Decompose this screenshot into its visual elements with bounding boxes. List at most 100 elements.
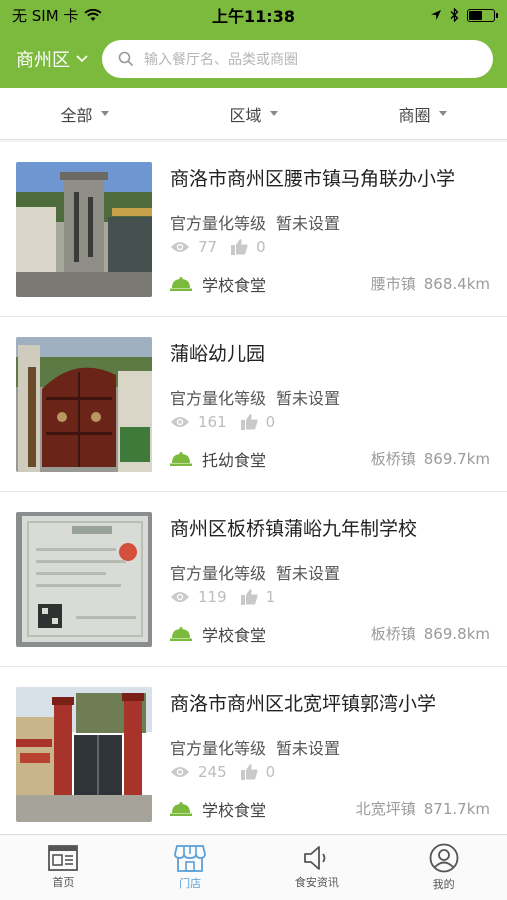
bluetooth-icon — [450, 8, 459, 22]
town-label: 北宽坪镇 — [355, 800, 416, 818]
view-count: 119 — [198, 588, 227, 606]
food-cover-icon — [170, 277, 192, 291]
list-item[interactable]: 商州区板桥镇蒲峪九年制学校 官方量化等级 暂未设置 119 1 学校食堂 板桥镇 8… — [0, 492, 507, 667]
stats-row: 119 1 — [170, 588, 289, 606]
grade-value: 暂未设置 — [276, 214, 341, 233]
search-placeholder: 输入餐厅名、品类或商圈 — [144, 52, 298, 68]
canteen-type: 学校食堂 — [170, 622, 266, 646]
speaker-icon — [303, 846, 326, 870]
location-distance: 板桥镇 869.7km — [371, 448, 490, 469]
user-icon — [429, 843, 459, 873]
thumbs-up-icon — [231, 239, 248, 255]
town-label: 板桥镇 — [370, 450, 416, 468]
list-item[interactable]: 蒲峪幼儿园 官方量化等级 暂未设置 161 0 托幼食堂 板桥镇 869.7km — [0, 317, 507, 492]
filter-region[interactable]: 区域 — [169, 88, 338, 139]
list-item[interactable]: 商洛市商州区北宽坪镇郭湾小学 官方量化等级 暂未设置 245 0 学校食堂 北宽坪… — [0, 667, 507, 842]
store-icon — [174, 845, 207, 872]
filter-business-area[interactable]: 商圈 — [338, 88, 507, 139]
tab-label: 食安资讯 — [294, 876, 339, 889]
grade-row: 官方量化等级 暂未设置 — [170, 560, 340, 584]
stats-row: 77 0 — [170, 238, 280, 256]
tab-label: 门店 — [179, 877, 202, 890]
kindergarten-gate-photo — [16, 337, 152, 472]
thumbs-up-icon — [240, 414, 258, 430]
caret-down-icon — [269, 111, 278, 116]
canteen-label: 学校食堂 — [202, 276, 267, 295]
thumbs-up-icon — [240, 764, 258, 780]
like-count: 1 — [265, 588, 276, 606]
caret-down-icon — [100, 111, 109, 116]
canteen-label: 学校食堂 — [202, 801, 267, 820]
location-distance: 板桥镇 869.8km — [371, 623, 490, 644]
wifi-icon — [84, 8, 102, 21]
distance-label: 869.8km — [423, 625, 490, 643]
filter-all[interactable]: 全部 — [0, 88, 169, 139]
list-item[interactable]: 商洛市商州区腰市镇马角联办小学 官方量化等级 暂未设置 77 0 学校食堂 腰市镇… — [0, 142, 507, 317]
grade-label: 官方量化等级 — [170, 389, 267, 408]
stats-row: 161 0 — [170, 413, 289, 431]
grade-value: 暂未设置 — [276, 739, 341, 758]
distance-label: 868.4km — [423, 275, 490, 293]
location-arrow-icon — [431, 10, 441, 20]
filter-bar: 全部 区域 商圈 — [0, 88, 507, 140]
filter-label: 全部 — [60, 105, 93, 125]
eye-icon — [171, 417, 189, 427]
search-icon — [118, 51, 134, 67]
food-cover-icon — [170, 452, 192, 466]
caret-down-icon — [438, 111, 447, 116]
restaurant-name: 商州区板桥镇蒲峪九年制学校 — [170, 518, 418, 540]
eye-icon — [171, 592, 189, 602]
location-distance: 腰市镇 868.4km — [371, 273, 490, 294]
town-label: 板桥镇 — [370, 625, 416, 643]
license-certificate-photo — [16, 512, 152, 647]
tab-store[interactable]: 门店 — [127, 835, 254, 900]
thumbs-up-icon — [240, 589, 258, 605]
like-count: 0 — [265, 413, 276, 431]
tab-bar: 首页 门店 食安资讯 我的 — [0, 834, 507, 900]
status-bar: 无 SIM 卡 上午11:38 — [0, 0, 507, 30]
restaurant-name: 蒲峪幼儿园 — [170, 343, 266, 365]
grade-row: 官方量化等级 暂未设置 — [170, 385, 340, 409]
distance-label: 869.7km — [423, 450, 490, 468]
canteen-type: 学校食堂 — [170, 797, 266, 821]
school-gate-photo — [16, 162, 152, 297]
search-input[interactable]: 输入餐厅名、品类或商圈 — [102, 40, 493, 78]
stats-row: 245 0 — [170, 763, 289, 781]
battery-icon — [467, 8, 498, 22]
eye-icon — [171, 242, 189, 252]
location-distance: 北宽坪镇 871.7km — [356, 798, 490, 819]
tab-food-safety-news[interactable]: 食安资讯 — [254, 835, 381, 900]
district-label: 商州区 — [16, 50, 70, 71]
grade-label: 官方量化等级 — [170, 564, 267, 583]
grade-row: 官方量化等级 暂未设置 — [170, 210, 340, 234]
canteen-type: 托幼食堂 — [170, 447, 266, 471]
view-count: 77 — [198, 238, 218, 256]
like-count: 0 — [256, 238, 266, 256]
food-cover-icon — [170, 802, 192, 816]
top-bar: 商州区 输入餐厅名、品类或商圈 — [0, 30, 507, 88]
eye-icon — [171, 767, 189, 777]
carrier-label: 无 SIM 卡 — [12, 6, 79, 25]
town-label: 腰市镇 — [370, 275, 416, 293]
restaurant-name: 商洛市商州区北宽坪镇郭湾小学 — [170, 693, 437, 715]
distance-label: 871.7km — [423, 800, 490, 818]
view-count: 245 — [198, 763, 227, 781]
canteen-type: 学校食堂 — [170, 272, 266, 296]
grade-value: 暂未设置 — [276, 389, 341, 408]
canteen-label: 托幼食堂 — [202, 451, 267, 470]
grade-row: 官方量化等级 暂未设置 — [170, 735, 340, 759]
filter-label: 商圈 — [398, 105, 431, 125]
tab-profile[interactable]: 我的 — [380, 835, 507, 900]
grade-value: 暂未设置 — [276, 564, 341, 583]
restaurant-list: 商洛市商州区腰市镇马角联办小学 官方量化等级 暂未设置 77 0 学校食堂 腰市镇… — [0, 142, 507, 842]
tab-label: 我的 — [432, 878, 455, 891]
school-gate-photo — [16, 687, 152, 822]
home-icon — [48, 845, 79, 871]
filter-label: 区域 — [229, 105, 262, 125]
restaurant-name: 商洛市商州区腰市镇马角联办小学 — [170, 168, 456, 190]
district-selector[interactable]: 商州区 — [16, 46, 102, 72]
grade-label: 官方量化等级 — [170, 214, 267, 233]
canteen-label: 学校食堂 — [202, 626, 267, 645]
chevron-down-icon — [76, 55, 88, 63]
tab-home[interactable]: 首页 — [0, 835, 127, 900]
